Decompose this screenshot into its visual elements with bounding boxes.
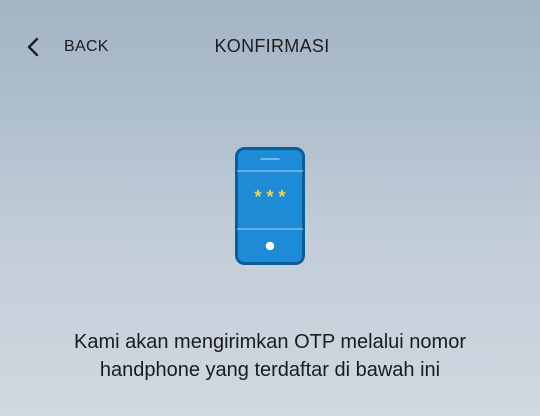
otp-info-line-2: handphone yang terdaftar di bawah ini — [99, 359, 441, 381]
otp-masked-code: * * * — [254, 187, 285, 207]
page-title-text: KONFIRMASI — [214, 36, 330, 56]
app-header: BACK KONFIRMASI — [0, 0, 540, 96]
otp-info-message: Kami akan mengirimkan OTP melalui nomor … — [0, 328, 540, 384]
otp-info-line-1: Kami akan mengirimkan OTP melalui nomor — [73, 331, 466, 353]
phone-otp-icon: * * * — [235, 147, 305, 265]
page-title: KONFIRMASI — [0, 36, 540, 57]
